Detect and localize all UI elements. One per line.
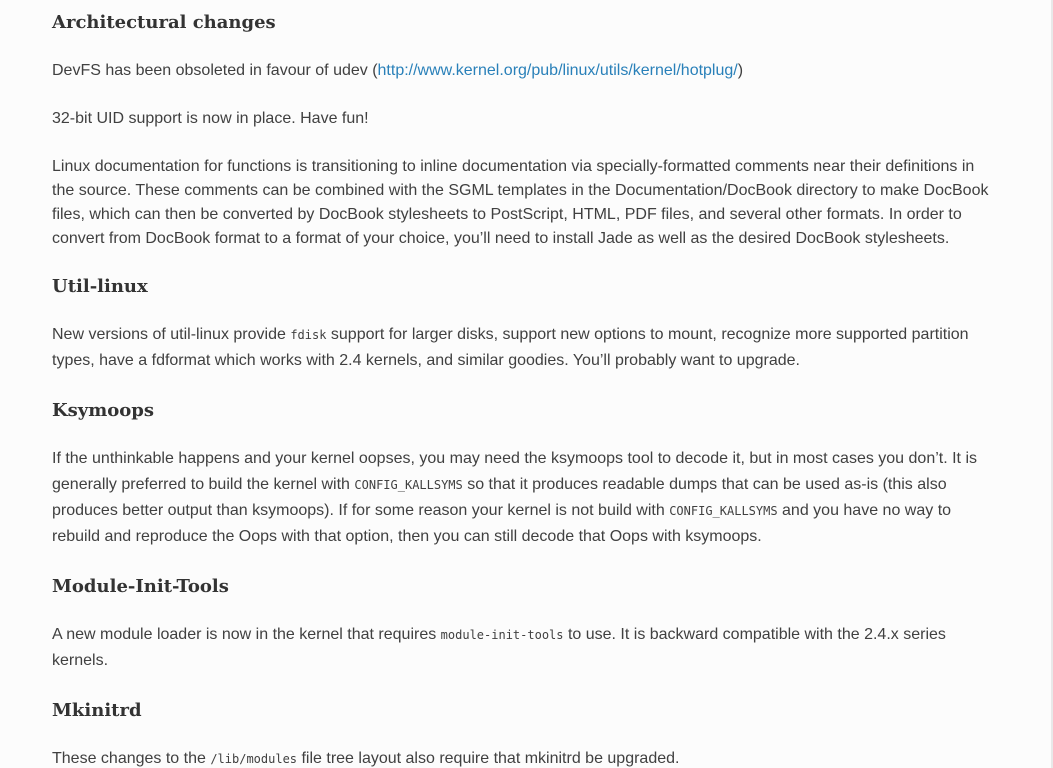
section-architectural-changes: Architectural changes DevFS has been obs… (52, 10, 997, 251)
code-config-kallsyms-2: CONFIG_KALLSYMS (669, 504, 778, 518)
document-body: Architectural changes DevFS has been obs… (52, 0, 997, 768)
heading-architectural-changes: Architectural changes (52, 12, 276, 33)
paragraph-util-linux: New versions of util-linux provide fdisk… (52, 322, 997, 374)
paragraph-devfs: DevFS has been obsoleted in favour of ud… (52, 59, 997, 83)
code-fdisk: fdisk (290, 328, 327, 342)
paragraph-ksymoops: If the unthinkable happens and your kern… (52, 446, 997, 550)
paragraph-module-init-tools: A new module loader is now in the kernel… (52, 622, 997, 674)
devfs-text: DevFS has been obsoleted in favour of ud… (52, 62, 378, 79)
paragraph-mkinitrd: These changes to the /lib/modules file t… (52, 746, 997, 768)
util-linux-text: New versions of util-linux provide (52, 326, 291, 343)
section-module-init-tools: Module-Init-Tools A new module loader is… (52, 574, 997, 674)
hotplug-link[interactable]: http://www.kernel.org/pub/linux/utils/ke… (378, 62, 738, 79)
heading-mkinitrd: Mkinitrd (52, 700, 142, 721)
heading-ksymoops: Ksymoops (52, 400, 155, 421)
devfs-text-end: ) (737, 62, 744, 79)
paragraph-uid-support: 32-bit UID support is now in place. Have… (52, 110, 369, 127)
section-util-linux: Util-linux New versions of util-linux pr… (52, 274, 997, 374)
section-ksymoops: Ksymoops If the unthinkable happens and … (52, 398, 997, 550)
section-mkinitrd: Mkinitrd These changes to the /lib/modul… (52, 698, 997, 768)
code-module-init-tools: module-init-tools (440, 628, 564, 642)
code-config-kallsyms: CONFIG_KALLSYMS (354, 478, 463, 492)
mkinitrd-text: These changes to the (52, 750, 211, 767)
heading-module-init-tools: Module-Init-Tools (52, 576, 229, 597)
heading-util-linux: Util-linux (52, 276, 148, 297)
mkinitrd-text-end: file tree layout also require that mkini… (297, 750, 680, 767)
paragraph-documentation: Linux documentation for functions is tra… (52, 158, 989, 247)
code-lib-modules: /lib/modules (210, 752, 298, 766)
module-init-tools-text: A new module loader is now in the kernel… (52, 626, 441, 643)
